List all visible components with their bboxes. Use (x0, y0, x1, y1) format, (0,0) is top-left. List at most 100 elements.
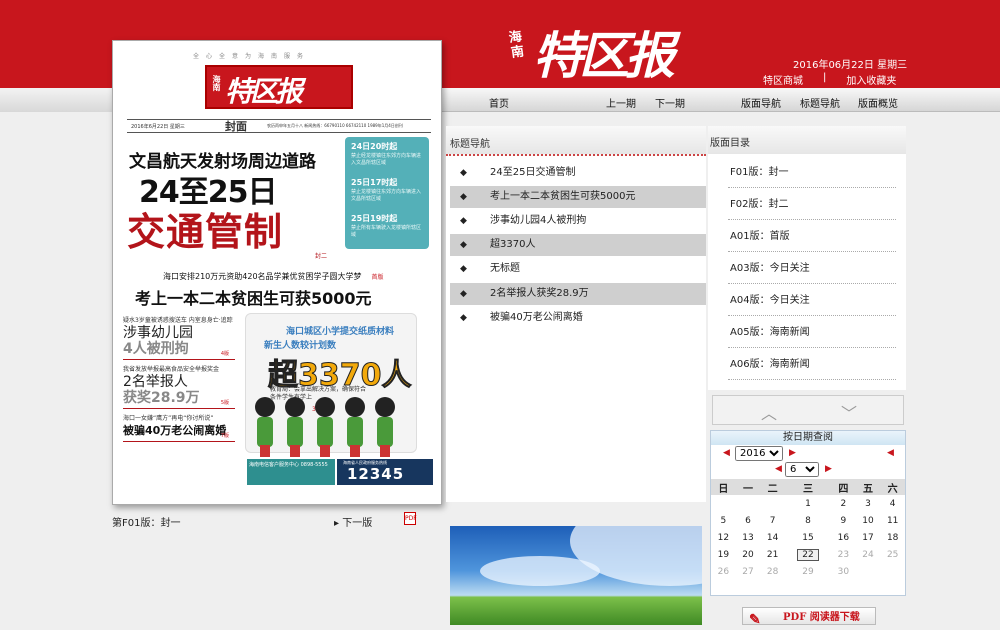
title-nav-item-label: 2名举报人获奖28.9万 (490, 288, 589, 299)
nav-edition-nav[interactable]: 版面导航 (741, 95, 781, 110)
calendar-day[interactable]: 11 (880, 512, 905, 529)
calendar-day[interactable]: 29 (785, 563, 831, 580)
masthead-logo: 海南 特区报 (505, 14, 695, 86)
edition-link[interactable]: A06版：海南新闻 (728, 350, 896, 380)
calendar-day[interactable]: 23 (831, 546, 856, 563)
child-figure (341, 397, 368, 457)
story-block[interactable]: 海口一女嫌“鹰方”再电“你讨所说” 被骗40万老公闹离婚 7版 (123, 415, 235, 442)
headline-line3[interactable]: 交通管制 (127, 201, 283, 256)
issue-date: 2016年06月22日 星期三 (793, 60, 908, 71)
calendar-day-number: 20 (742, 549, 754, 560)
nav-prev-issue[interactable]: 上一期 (606, 95, 636, 110)
title-nav-item[interactable]: ◆ 24至25日交通管制 (450, 162, 706, 184)
calendar-day-number: 18 (886, 532, 899, 543)
calendar-day[interactable]: 20 (736, 546, 761, 563)
calendar-day-number: 24 (862, 549, 874, 560)
calendar-day[interactable]: 1 (785, 495, 831, 512)
story-kicker: 我省发放举报最高食品安全举报奖金 (123, 366, 220, 373)
chevron-up-icon[interactable]: ︿ (761, 400, 777, 424)
calendar-day-number: 7 (769, 515, 776, 526)
year-select[interactable]: 2016 (735, 446, 783, 461)
calendar-day[interactable]: 26 (711, 563, 736, 580)
nav-title-nav[interactable]: 标题导航 (800, 95, 840, 110)
calendar-day-number: 2 (840, 498, 847, 509)
title-nav-item[interactable]: ◆ 无标题 (450, 258, 706, 280)
edition-link[interactable]: A05版：海南新闻 (728, 318, 896, 348)
calendar-day[interactable]: 5 (711, 512, 736, 529)
nav-home[interactable]: 首页 (489, 95, 509, 110)
diamond-bullet-icon: ◆ (460, 192, 467, 202)
edition-link[interactable]: A03版：今日关注 (728, 254, 896, 284)
hotline-ad-number: 12345 (347, 465, 405, 483)
calendar-day[interactable]: 19 (711, 546, 736, 563)
calendar-day[interactable]: 30 (831, 563, 856, 580)
hotline-ad: 海南省人民政府服务热线 12345 (337, 459, 433, 485)
calendar-day[interactable]: 14 (760, 529, 785, 546)
calendar-day-number: 17 (862, 532, 874, 543)
title-nav-item[interactable]: ◆ 超3370人 (450, 234, 706, 256)
edition-link[interactable]: F01版：封一 (728, 158, 896, 188)
story-block[interactable]: 疑水3岁童被诱惑搜送车 内室息身亡·追踪 涉事幼儿园 4人被刑拘 4版 (123, 317, 235, 360)
calendar-day[interactable]: 13 (736, 529, 761, 546)
nav-edition-overview[interactable]: 版面概览 (858, 95, 898, 110)
calendar-day (736, 495, 761, 512)
calendar-day-number: 14 (766, 532, 779, 543)
landscape-banner-image[interactable] (450, 526, 702, 625)
pdf-reader-download-button[interactable]: ✎ PDF 阅读器下载 (742, 607, 876, 628)
month-select[interactable]: 6 (785, 462, 819, 477)
calendar-day[interactable]: 3 (856, 495, 881, 512)
prev-month-small-icon[interactable]: ◀ (775, 464, 782, 474)
title-nav-item[interactable]: ◆ 2名举报人获奖28.9万 (450, 283, 706, 305)
story-page: 5版 (220, 400, 229, 406)
newspaper-page-image[interactable]: 全心全意为海南服务 海南 特区报 2016年6月22日 星期三 封面 农历丙申年… (112, 40, 442, 505)
prev-month-icon[interactable]: ◀ (887, 448, 894, 458)
subhead-main[interactable]: 考上一本二本贫困生可获5000元 (135, 285, 372, 309)
title-nav-item[interactable]: ◆ 考上一本二本贫困生可获5000元 (450, 186, 706, 208)
calendar-day[interactable]: 9 (831, 512, 856, 529)
link-separator: | (823, 72, 827, 83)
calendar-day[interactable]: 21 (760, 546, 785, 563)
paper-edition-name: 封面 (225, 120, 247, 133)
next-month-icon[interactable]: ▶ (825, 464, 832, 474)
children-illustration (251, 397, 415, 457)
edition-link[interactable]: F02版：封二 (728, 190, 896, 220)
title-nav-item-label: 考上一本二本贫困生可获5000元 (490, 191, 636, 202)
calendar-day[interactable]: 16 (831, 529, 856, 546)
calendar-day[interactable]: 18 (880, 529, 905, 546)
calendar-day-number: 16 (837, 532, 850, 543)
calendar-week-row: 12 13 14 15 16 17 18 (711, 529, 905, 546)
calendar-day[interactable]: 4 (880, 495, 905, 512)
pdf-icon[interactable]: PDF (404, 512, 417, 525)
calendar-day[interactable]: 15 (785, 529, 831, 546)
next-edition-link[interactable]: ▸ 下一版 (334, 514, 372, 529)
calendar-day[interactable]: 6 (736, 512, 761, 529)
story-block[interactable]: 我省发放举报最高食品安全举报奖金 2名举报人 获奖28.9万 5版 (123, 366, 235, 409)
title-nav-item-label: 涉事幼儿园4人被刑拘 (490, 215, 587, 226)
calendar-day[interactable]: 12 (711, 529, 736, 546)
schedule-time-1: 24日20时起 (351, 142, 398, 151)
title-nav-item[interactable]: ◆ 涉事幼儿园4人被刑拘 (450, 210, 706, 232)
next-year-icon[interactable]: ▶ (789, 448, 796, 458)
calendar-day[interactable]: 25 (880, 546, 905, 563)
calendar-day[interactable]: 2 (831, 495, 856, 512)
title-nav-item[interactable]: ◆ 被骗40万老公闹离婚 (450, 307, 706, 329)
edition-link[interactable]: A01版：首版 (728, 222, 896, 252)
calendar-day-number: 12 (717, 532, 730, 543)
calendar-day[interactable]: 28 (760, 563, 785, 580)
calendar-day[interactable]: 10 (856, 512, 881, 529)
diamond-bullet-icon: ◆ (460, 313, 467, 323)
calendar-day[interactable]: 22 (785, 546, 831, 563)
calendar-day[interactable]: 17 (856, 529, 881, 546)
weekday-label: 日 (711, 479, 736, 495)
calendar-day[interactable]: 27 (736, 563, 761, 580)
calendar-day[interactable]: 8 (785, 512, 831, 529)
calendar-day[interactable]: 7 (760, 512, 785, 529)
prev-year-icon[interactable]: ◀ (723, 448, 730, 458)
edition-link[interactable]: A04版：今日关注 (728, 286, 896, 316)
add-favorite-link[interactable]: 加入收藏夹 (846, 72, 896, 87)
chevron-down-icon[interactable]: ﹀ (841, 400, 857, 424)
mall-link[interactable]: 特区商城 (763, 72, 803, 87)
nav-next-issue[interactable]: 下一期 (655, 95, 685, 110)
acrobat-icon: ✎ (749, 612, 761, 628)
calendar-day[interactable]: 24 (856, 546, 881, 563)
